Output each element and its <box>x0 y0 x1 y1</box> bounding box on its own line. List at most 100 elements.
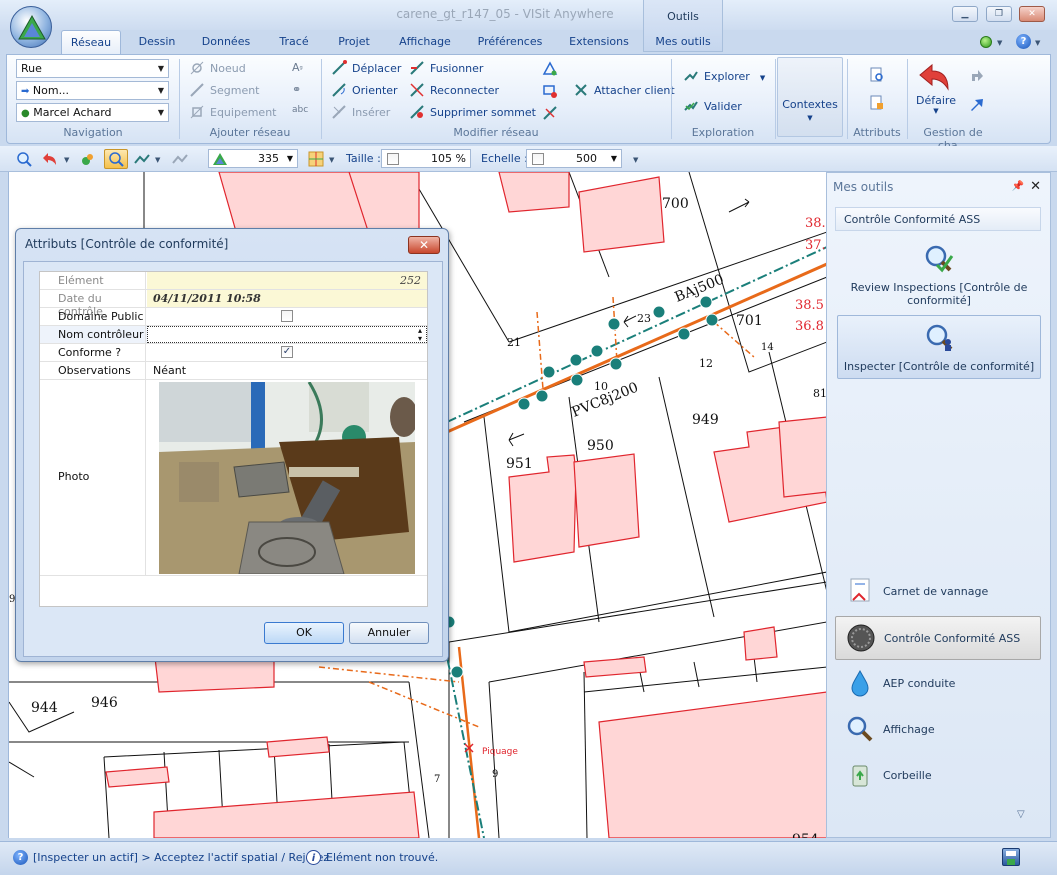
group-separator <box>775 59 776 139</box>
grid-icon[interactable] <box>308 151 324 167</box>
size-checkbox[interactable] <box>387 153 399 165</box>
insert-button[interactable]: Insérer <box>331 103 390 123</box>
grid-value-domaine-public[interactable] <box>147 308 427 325</box>
pin-icon[interactable]: 📌 <box>1012 181 1024 192</box>
explore-button[interactable]: Explorer ▼ <box>683 67 765 87</box>
info-icon: i <box>306 850 321 865</box>
side-panel-section-header: Contrôle Conformité ASS <box>835 207 1041 231</box>
tab-affichage[interactable]: Affichage <box>390 30 460 54</box>
insert-label: Insérer <box>352 106 391 119</box>
tab-dessin[interactable]: Dessin <box>128 30 186 54</box>
tab-mes-outils[interactable]: Mes outils <box>645 30 721 54</box>
add-node-button[interactable]: Noeud <box>189 59 246 79</box>
reconnect-button[interactable]: Reconnecter <box>409 81 499 101</box>
map-label-701: 701 <box>736 313 763 329</box>
delete-vertex-button[interactable]: Supprimer sommet <box>409 103 536 123</box>
measure-icon[interactable] <box>80 151 96 167</box>
add-segment-button[interactable]: Segment <box>189 81 260 101</box>
arrow-right-icon: ➡ <box>21 86 30 97</box>
dialog-close-button[interactable]: ✕ <box>408 236 440 254</box>
navigation-value-value: Marcel Achard <box>33 106 112 119</box>
help-dropdown-icon[interactable]: ▼ <box>1035 39 1040 47</box>
undo-small-icon[interactable] <box>42 151 58 167</box>
layer-combo[interactable]: 335 ▼ <box>208 149 298 168</box>
attribute-edit-icon[interactable] <box>869 95 885 111</box>
cancel-button[interactable]: Annuler <box>349 622 429 644</box>
move-button[interactable]: Déplacer <box>331 59 401 79</box>
snap-icon[interactable] <box>172 151 188 167</box>
tab-extensions[interactable]: Extensions <box>562 30 636 54</box>
maximize-button[interactable]: ❐ <box>986 6 1012 22</box>
chevron-down-icon: ▼ <box>807 114 813 122</box>
side-item-aep-conduite[interactable]: AEP conduite <box>835 662 1041 706</box>
status-dropdown-icon[interactable]: ▼ <box>997 39 1002 47</box>
save-status-icon[interactable] <box>1002 848 1020 866</box>
chevron-down-icon[interactable]: ▼ <box>329 156 334 164</box>
attribute-search-icon[interactable] <box>869 67 885 83</box>
add-equipment-button[interactable]: Equipement <box>189 103 276 123</box>
grid-row-date: Date du contrôle 04/11/2011 10:58 <box>40 290 427 318</box>
map-label-piquage: Piquage <box>482 747 518 757</box>
merge-button[interactable]: Fusionner <box>409 59 483 79</box>
inspect-tool-button[interactable] <box>104 149 128 169</box>
grid-value-observations[interactable]: Néant <box>147 362 427 379</box>
undo-button[interactable]: Défaire ▼ <box>913 63 959 123</box>
attach-client-button[interactable]: Attacher client <box>573 81 675 101</box>
side-item-carnet-vannage[interactable]: Carnet de vannage <box>835 570 1041 614</box>
chevron-down-icon[interactable]: ▼ <box>155 156 160 164</box>
navigation-value-combo[interactable]: ● Marcel Achard ▼ <box>16 103 169 122</box>
network-trace-icon[interactable] <box>134 151 150 167</box>
grid-row-domaine-public[interactable]: Domaine Public <box>40 308 427 326</box>
ok-button[interactable]: OK <box>264 622 344 644</box>
connection-status-icon[interactable] <box>980 36 992 48</box>
label-tool-icon[interactable]: abc <box>292 105 310 121</box>
tab-trace[interactable]: Tracé <box>270 30 318 54</box>
text-tool-icon[interactable]: Aᵍ <box>292 61 308 77</box>
orient-button[interactable]: Orienter <box>331 81 398 101</box>
validate-button[interactable]: Valider <box>683 97 742 117</box>
conforme-checkbox[interactable]: ✓ <box>281 346 293 358</box>
application-menu-button[interactable] <box>10 6 52 48</box>
tab-preferences[interactable]: Préférences <box>470 30 550 54</box>
inspection-photo[interactable] <box>159 382 415 574</box>
redo-gray-icon[interactable] <box>969 67 985 83</box>
toolbar-overflow-icon[interactable]: ▼ <box>633 156 638 164</box>
grid-row-observations[interactable]: Observations Néant <box>40 362 427 380</box>
grid-value-conforme[interactable]: ✓ <box>147 344 427 361</box>
minimize-button[interactable]: ▁ <box>952 6 978 22</box>
side-item-affichage[interactable]: Affichage <box>835 708 1041 752</box>
link-tool-icon[interactable]: ⚭ <box>292 83 308 99</box>
elevation-label-3: 38.5 <box>795 298 824 313</box>
inspect-tool[interactable]: Inspecter [Contrôle de conformité] <box>837 315 1041 379</box>
check-rect-icon[interactable] <box>542 83 558 99</box>
grid-row-nom-controleur[interactable]: Nom contrôleur ▴ ▾ <box>40 326 427 344</box>
redo-blue-icon[interactable] <box>969 97 985 113</box>
review-inspections-tool[interactable]: Review Inspections [Contrôle de conformi… <box>837 241 1041 313</box>
side-item-corbeille[interactable]: Corbeille <box>835 754 1041 798</box>
scale-checkbox[interactable] <box>532 153 544 165</box>
navigation-type-combo[interactable]: Rue ▼ <box>16 59 169 78</box>
side-item-controle-conformite[interactable]: Contrôle Conformité ASS <box>835 616 1041 660</box>
nom-controleur-input[interactable]: ▴ ▾ <box>147 326 427 343</box>
spin-icon[interactable]: ▴ ▾ <box>418 327 422 343</box>
chevron-down-icon: ▼ <box>157 86 164 95</box>
contexts-button[interactable]: Contextes ▼ <box>777 57 843 137</box>
help-icon[interactable]: ? <box>1016 34 1031 49</box>
chevron-down-icon[interactable]: ▼ <box>64 156 69 164</box>
tab-reseau[interactable]: Réseau <box>61 30 121 54</box>
navigation-field-combo[interactable]: ➡ Nom... ▼ <box>16 81 169 100</box>
domaine-public-checkbox[interactable] <box>281 310 293 322</box>
topology-icon[interactable] <box>542 61 558 77</box>
inspect-magnifier-icon <box>926 324 953 351</box>
scroll-down-icon[interactable]: ▽ <box>1017 809 1025 820</box>
split-icon[interactable] <box>542 105 558 121</box>
close-window-button[interactable]: ✕ <box>1019 6 1045 22</box>
scale-combo[interactable]: 500 ▼ <box>526 149 622 168</box>
grid-row-conforme[interactable]: Conforme ? ✓ <box>40 344 427 362</box>
tab-projet[interactable]: Projet <box>330 30 378 54</box>
map-label-700: 700 <box>662 196 689 212</box>
size-input[interactable]: 105 % <box>381 149 471 168</box>
zoom-search-icon[interactable] <box>16 151 32 167</box>
tab-donnees[interactable]: Données <box>194 30 258 54</box>
close-panel-icon[interactable]: ✕ <box>1030 179 1041 194</box>
